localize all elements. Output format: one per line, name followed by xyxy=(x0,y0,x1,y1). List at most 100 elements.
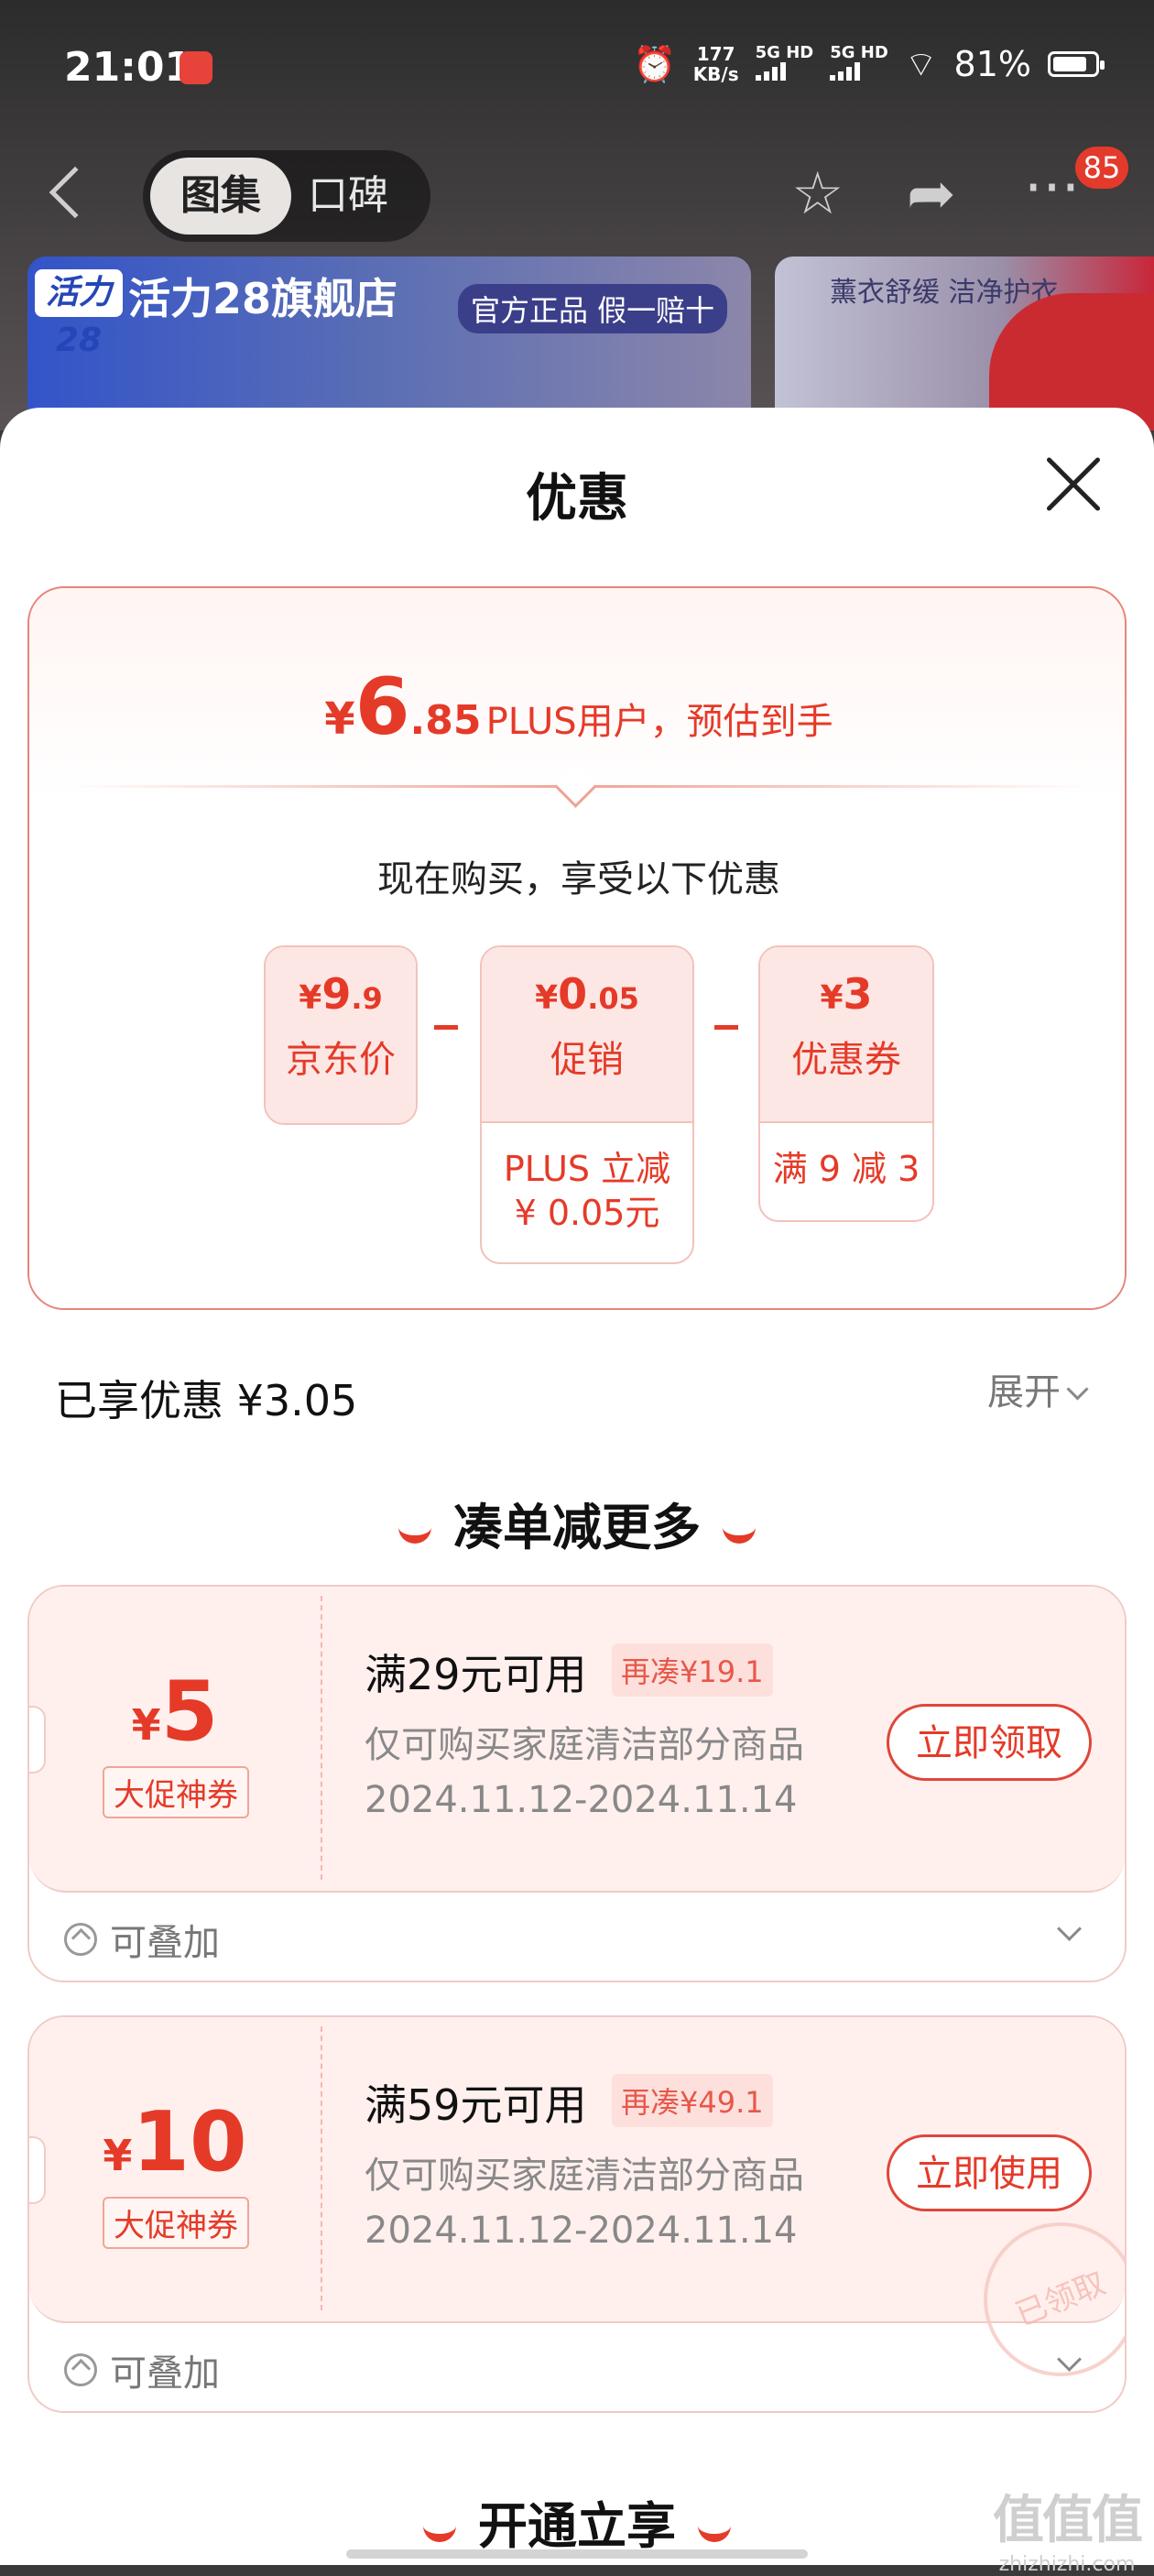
price-box-amount: ¥0.05 xyxy=(535,969,639,1019)
claim-coupon-button[interactable]: 立即领取 xyxy=(887,1704,1092,1781)
buy-now-text: 现在购买，享受以下优惠 xyxy=(377,858,780,901)
background-app: 21:01 ⏰ 177 KB/s 5G HD 5G HD ⌔ 81% 图集 口碑… xyxy=(0,0,1154,431)
coupon-card: ¥5 大促神券 满29元可用 再凑¥19.1 仅可购买家庭清洁部分商品 2024… xyxy=(27,1585,1127,1982)
stackable-icon xyxy=(64,1923,97,1956)
amount-int: 3 xyxy=(843,969,873,1019)
chevron-down-icon xyxy=(1066,1377,1089,1401)
promo-note-line1: PLUS 立减 xyxy=(503,1149,671,1189)
use-coupon-button[interactable]: 立即使用 xyxy=(887,2134,1092,2211)
sim2-signal: 5G HD xyxy=(830,43,888,85)
watermark: 值值值 zhizhizhi.com xyxy=(993,2479,1143,2576)
chevron-down-icon[interactable] xyxy=(1057,1916,1082,1941)
signal-bars-icon xyxy=(755,61,786,81)
net-speed-unit: KB/s xyxy=(692,63,739,85)
status-bar: 21:01 ⏰ 177 KB/s 5G HD 5G HD ⌔ 81% xyxy=(0,0,1154,137)
coupon-separator xyxy=(321,1596,322,1880)
tab-gallery[interactable]: 图集 xyxy=(150,158,291,235)
price-box-promo: ¥0.05 促销 PLUS 立减 ¥ 0.05元 xyxy=(480,945,694,1264)
wifi-icon: ⌔ xyxy=(904,44,938,84)
tab-reviews[interactable]: 口碑 xyxy=(308,158,388,235)
stackable-label: 可叠加 xyxy=(110,1922,220,1964)
amount-dec: .05 xyxy=(587,981,639,1016)
tab-switcher: 图集 口碑 xyxy=(143,150,430,242)
section-more-label: 凑单减更多 xyxy=(453,1499,701,1556)
sim1-label: 5G HD xyxy=(755,42,814,62)
smile-decoration-icon xyxy=(723,1519,756,1544)
back-icon[interactable] xyxy=(49,166,102,219)
price-box-amount: ¥9.9 xyxy=(299,969,383,1019)
coupon-value: ¥5 xyxy=(131,1664,219,1760)
net-speed: 177 KB/s xyxy=(693,44,739,84)
battery-fill xyxy=(1053,57,1086,71)
stackable-icon xyxy=(64,2353,97,2386)
coupon-date: 2024.11.12-2024.11.14 xyxy=(365,1779,798,1821)
store-banner: 活力28 活力28旗舰店 官方正品 假一赔十 xyxy=(27,257,751,431)
coupon-tag: 大促神券 xyxy=(103,2197,249,2249)
coupon-condition: 满59元可用 xyxy=(365,2080,587,2130)
price-box-coupon: ¥3 优惠券 满 9 减 3 xyxy=(758,945,934,1222)
signal-bars-icon xyxy=(830,61,861,81)
product-banner-text: 薰衣舒缓 洁净护衣 xyxy=(830,277,1059,309)
enjoyed-discount: 已享优惠 ¥3.05 xyxy=(55,1376,358,1425)
amount-dec: .9 xyxy=(351,981,383,1016)
star-icon[interactable]: ☆ xyxy=(791,165,844,224)
coupon-scope: 仅可购买家庭清洁部分商品 xyxy=(365,2155,804,2197)
estimate-currency: ¥ xyxy=(324,693,355,745)
minus-sign xyxy=(434,1025,458,1030)
price-box-amount: ¥3 xyxy=(820,969,873,1019)
more-icon[interactable]: ··· xyxy=(1024,159,1080,218)
promo-note: PLUS 立减 ¥ 0.05元 xyxy=(482,1121,692,1235)
coupon-date: 2024.11.12-2024.11.14 xyxy=(365,2210,798,2252)
stackable-label: 可叠加 xyxy=(110,2352,220,2395)
amount-int: 0 xyxy=(558,969,588,1019)
coupon-value-number: 10 xyxy=(132,2094,247,2190)
coupon-footer: 可叠加 xyxy=(64,1913,220,1966)
price-summary-card: ¥6.85 PLUS用户，预估到手 现在购买，享受以下优惠 ¥9.9 京东价 ¥… xyxy=(27,586,1127,1310)
net-speed-value: 177 xyxy=(696,43,735,65)
price-box-label: 京东价 xyxy=(286,1039,396,1081)
price-box-jd: ¥9.9 京东价 xyxy=(264,945,418,1125)
close-icon[interactable] xyxy=(1044,455,1103,514)
store-logo: 活力28 xyxy=(35,269,123,359)
section-heading-plus: 开通立享 xyxy=(0,2485,1154,2558)
battery-percent: 81% xyxy=(953,44,1031,84)
coupon-note: 满 9 减 3 xyxy=(760,1121,932,1191)
coupon-footer: 可叠加 xyxy=(64,2343,220,2396)
app-notification-icon xyxy=(180,51,212,84)
add-more-badge: 再凑¥49.1 xyxy=(612,2074,773,2127)
coupon-separator xyxy=(321,2026,322,2310)
authentic-tag: 官方正品 假一赔十 xyxy=(458,284,728,333)
claimed-stamp: 已领取 xyxy=(960,2199,1125,2400)
add-more-badge: 再凑¥19.1 xyxy=(612,1643,773,1697)
smile-decoration-icon xyxy=(398,1519,431,1544)
share-icon[interactable]: ➦ xyxy=(907,165,956,224)
coupon-main: ¥10 大促神券 满59元可用 再凑¥49.1 仅可购买家庭清洁部分商品 202… xyxy=(29,2017,1125,2400)
discount-sheet: 优惠 ¥6.85 PLUS用户，预估到手 现在购买，享受以下优惠 ¥9.9 京东… xyxy=(0,408,1154,2565)
status-time: 21:01 xyxy=(64,44,193,91)
coupon-value-number: 5 xyxy=(160,1664,219,1760)
expand-button[interactable]: 展开 xyxy=(987,1362,1089,1415)
coupon-scope: 仅可购买家庭清洁部分商品 xyxy=(365,1724,804,1766)
smile-decoration-icon xyxy=(698,2517,731,2542)
estimate-decimal: .85 xyxy=(409,697,482,744)
estimate-text: PLUS用户，预估到手 xyxy=(485,701,833,743)
status-right-group: ⏰ 177 KB/s 5G HD 5G HD ⌔ 81% xyxy=(633,42,1105,86)
coupon-condition: 满29元可用 xyxy=(365,1650,587,1699)
divider-notch xyxy=(554,765,597,808)
section-heading-more: 凑单减更多 xyxy=(0,1487,1154,1559)
price-box-label: 促销 xyxy=(550,1039,624,1081)
promo-note-line2: ¥ 0.05元 xyxy=(514,1193,660,1233)
product-banner: 薰衣舒缓 洁净护衣 xyxy=(775,257,1154,431)
expand-label: 展开 xyxy=(987,1371,1061,1414)
estimate-integer: 6 xyxy=(354,661,410,753)
message-badge: 85 xyxy=(1075,147,1128,189)
coupon-main: ¥5 大促神券 满29元可用 再凑¥19.1 仅可购买家庭清洁部分商品 2024… xyxy=(29,1587,1125,1893)
estimated-price: ¥6.85 PLUS用户，预估到手 xyxy=(29,661,1128,753)
home-indicator[interactable] xyxy=(346,2549,808,2559)
coupon-value: ¥10 xyxy=(103,2094,247,2190)
coupon-card: ¥10 大促神券 满59元可用 再凑¥49.1 仅可购买家庭清洁部分商品 202… xyxy=(27,2015,1127,2413)
smile-decoration-icon xyxy=(423,2517,456,2542)
price-box-label: 优惠券 xyxy=(791,1039,901,1081)
watermark-main: 值值值 xyxy=(993,2491,1143,2550)
battery-icon xyxy=(1048,51,1105,77)
